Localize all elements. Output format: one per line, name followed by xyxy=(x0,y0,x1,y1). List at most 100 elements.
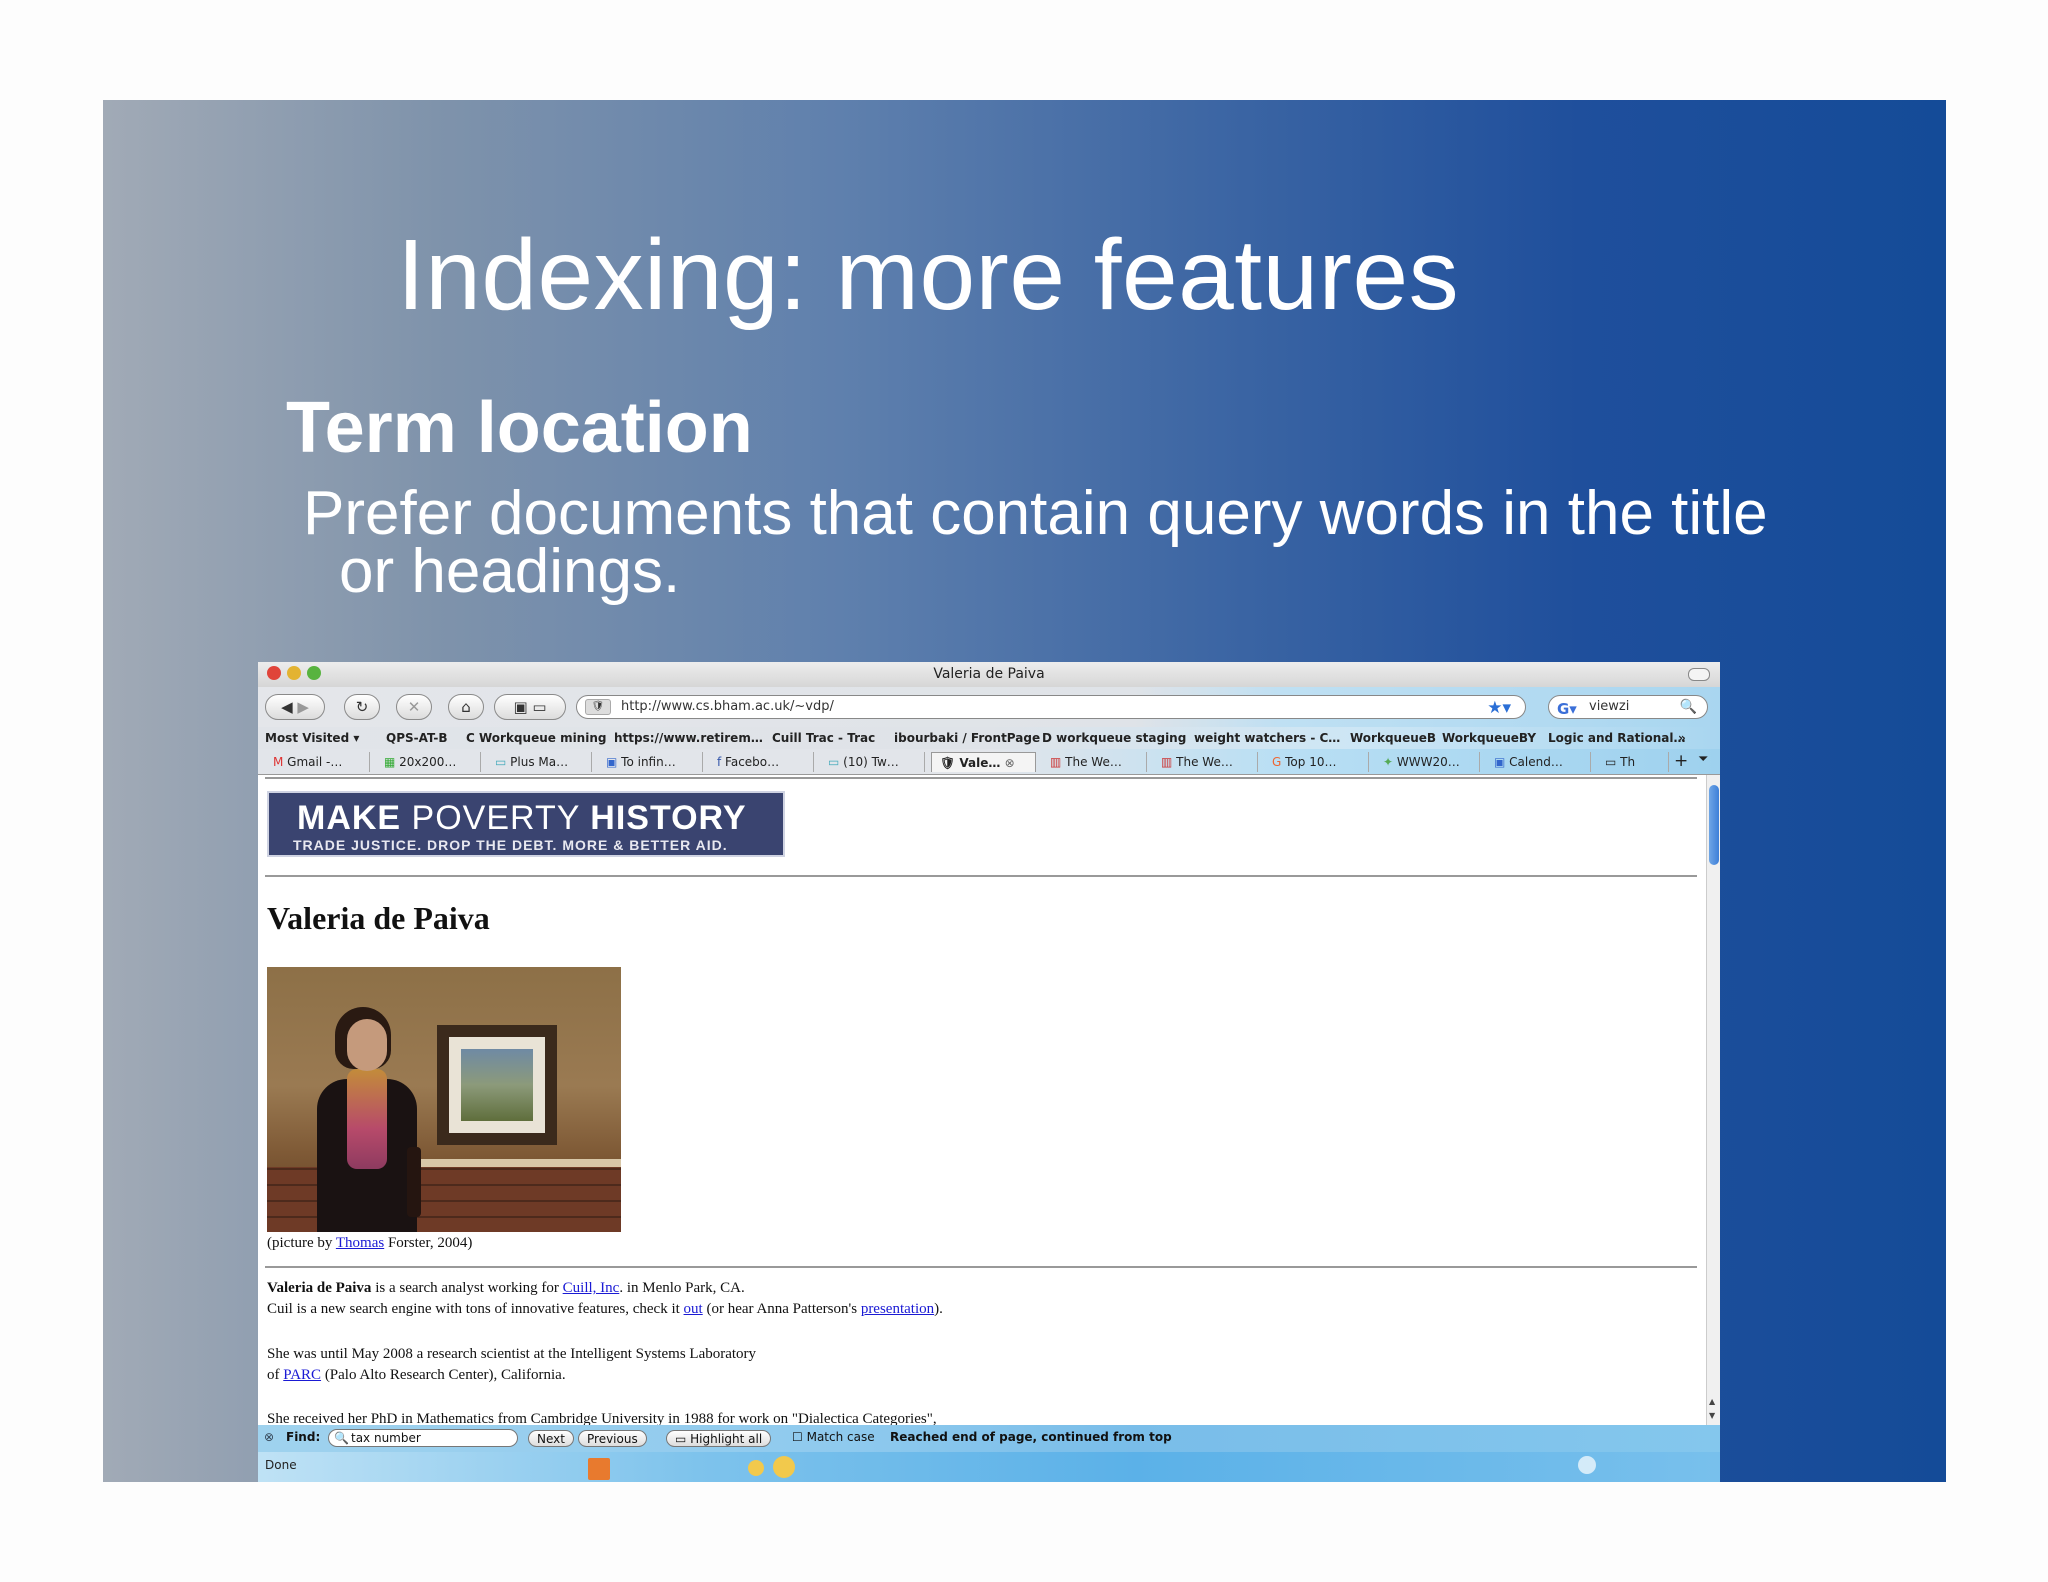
thomas-link[interactable]: Thomas xyxy=(336,1235,384,1251)
decoration xyxy=(748,1460,764,1476)
back-icon[interactable]: ◀ xyxy=(281,698,293,716)
reload-icon: ↻ xyxy=(355,698,369,716)
cuill-link[interactable]: Cuill, Inc xyxy=(563,1280,620,1296)
find-input[interactable]: 🔍 tax number xyxy=(328,1429,518,1447)
bookmarks-toolbar: Most Visited ▾ QPS-AT-B C Workqueue mini… xyxy=(258,727,1720,749)
find-bar: ⊗ Find: 🔍 tax number Next Previous ▭ High… xyxy=(258,1425,1720,1452)
web-page-content: MAKE POVERTY HISTORY TRADE JUSTICE. DROP… xyxy=(258,775,1704,1425)
parc-link[interactable]: PARC xyxy=(283,1367,321,1383)
bookmark-item[interactable]: Cuill Trac - Trac xyxy=(772,731,875,745)
scrollbar-thumb[interactable] xyxy=(1709,785,1719,865)
toolbar-toggle-button[interactable] xyxy=(1688,668,1710,681)
banner-word: POVERTY xyxy=(401,799,591,837)
url-bar[interactable]: 🛡 http://www.cs.bham.ac.uk/~vdp/ ★▾ xyxy=(576,695,1526,719)
bookmark-star-icon[interactable]: ★▾ xyxy=(1487,697,1511,719)
tab-active[interactable]: 🛡 Vale… ⊗ xyxy=(931,752,1036,772)
browser-window: Valeria de Paiva ◀ ▶ ↻ ✕ ⌂ ▣ ▭ 🛡 http://… xyxy=(258,662,1720,1482)
page-heading: Valeria de Paiva xyxy=(267,900,490,936)
paragraph: of PARC (Palo Alto Research Center), Cal… xyxy=(267,1367,566,1383)
tab[interactable]: ▣ To infin… xyxy=(598,752,703,772)
banner-tagline: TRADE JUSTICE. DROP THE DEBT. MORE & BET… xyxy=(293,837,728,853)
photo-caption: (picture by Thomas Forster, 2004) xyxy=(267,1235,473,1251)
tab[interactable]: M Gmail -… xyxy=(265,752,370,772)
paragraph: Cuil is a new search engine with tons of… xyxy=(267,1301,943,1317)
paragraph: She received her PhD in Mathematics from… xyxy=(267,1411,937,1425)
search-icon: 🔍 xyxy=(334,1431,349,1445)
scroll-down-icon[interactable]: ▼ xyxy=(1709,1411,1715,1420)
tab[interactable]: ▭ Plus Ma… xyxy=(487,752,592,772)
highlight-icon: ▭ xyxy=(675,1432,691,1446)
make-poverty-history-banner[interactable]: MAKE POVERTY HISTORY TRADE JUSTICE. DROP… xyxy=(267,791,785,857)
stop-button[interactable]: ✕ xyxy=(396,694,432,720)
rss-icon[interactable]: » xyxy=(1678,731,1686,745)
tab[interactable]: ✦ WWW20… xyxy=(1375,752,1480,772)
find-previous-button[interactable]: Previous xyxy=(578,1430,647,1447)
divider xyxy=(265,777,1697,779)
find-status-message: Reached end of page, continued from top xyxy=(890,1430,1172,1444)
tab[interactable]: ▣ Calend… xyxy=(1486,752,1591,772)
close-tab-icon[interactable]: ⊗ xyxy=(1005,756,1015,770)
search-engine-icon[interactable]: G▾ xyxy=(1557,698,1577,720)
paragraph: Valeria de Paiva is a search analyst wor… xyxy=(267,1280,745,1296)
bookmark-item[interactable]: D workqueue staging xyxy=(1042,731,1186,745)
highlight-all-button[interactable]: ▭ Highlight all xyxy=(666,1430,772,1447)
search-box[interactable]: G▾ viewzi 🔍 xyxy=(1548,695,1708,719)
bookmark-item[interactable]: Logic and Rational… xyxy=(1548,731,1685,745)
bookmark-item[interactable]: QPS-AT-B xyxy=(386,731,448,745)
window-title: Valeria de Paiva xyxy=(933,666,1045,682)
presentation-link[interactable]: presentation xyxy=(861,1301,934,1317)
bookmark-item[interactable]: Most Visited ▾ xyxy=(265,731,359,745)
slide-subtitle: Term location xyxy=(286,388,753,468)
bookmark-item[interactable]: C Workqueue mining xyxy=(466,731,606,745)
back-forward-buttons[interactable]: ◀ ▶ xyxy=(265,694,325,720)
tab[interactable]: G Top 10… xyxy=(1264,752,1369,772)
match-case-checkbox[interactable]: ☐ Match case xyxy=(792,1430,875,1444)
tab-list-icon[interactable]: ⏷ xyxy=(1698,752,1708,767)
new-tab-icon[interactable]: + xyxy=(1674,751,1688,771)
tab[interactable]: f Facebo… xyxy=(709,752,814,772)
banner-word: MAKE xyxy=(297,799,402,837)
site-identity-icon[interactable]: 🛡 xyxy=(585,699,611,715)
decoration xyxy=(773,1456,795,1478)
title-bar: Valeria de Paiva xyxy=(258,662,1720,687)
close-find-icon[interactable]: ⊗ xyxy=(264,1430,274,1444)
reload-button[interactable]: ↻ xyxy=(344,694,380,720)
sidebar-buttons[interactable]: ▣ ▭ xyxy=(494,694,566,720)
slide-title: Indexing: more features xyxy=(397,219,1460,331)
checkbox-icon: ☐ xyxy=(792,1430,803,1444)
forward-icon[interactable]: ▶ xyxy=(297,698,309,716)
tab[interactable]: ▥ The We… xyxy=(1153,752,1258,772)
stop-icon: ✕ xyxy=(407,698,421,716)
vertical-scrollbar[interactable]: ▲ ▼ xyxy=(1706,775,1720,1425)
home-icon: ⌂ xyxy=(461,698,471,716)
tab[interactable]: ▦ 20x200… xyxy=(376,752,481,772)
bookmark-item[interactable]: https://www.retirem… xyxy=(614,731,763,745)
slide-body: Prefer documents that contain query word… xyxy=(303,483,1903,603)
find-label: Find: xyxy=(286,1430,321,1444)
bookmark-item[interactable]: weight watchers - C… xyxy=(1194,731,1340,745)
out-link[interactable]: out xyxy=(684,1301,703,1317)
bookmark-item[interactable]: ibourbaki / FrontPage xyxy=(894,731,1040,745)
paragraph: She was until May 2008 a research scient… xyxy=(267,1346,757,1362)
bookmark-item[interactable]: WorkqueueB xyxy=(1350,731,1436,745)
decoration xyxy=(1578,1456,1596,1474)
divider xyxy=(265,1266,1697,1268)
status-bar: Done xyxy=(258,1452,1720,1482)
bookmarks-icon: ▣ ▭ xyxy=(513,698,547,716)
tab[interactable]: ▭ Th xyxy=(1597,752,1669,772)
search-icon[interactable]: 🔍 xyxy=(1680,696,1697,718)
bookmark-item[interactable]: WorkqueueBY xyxy=(1442,731,1536,745)
banner-word: HISTORY xyxy=(590,799,747,837)
scroll-up-icon[interactable]: ▲ xyxy=(1709,1397,1715,1406)
tab[interactable]: ▥ The We… xyxy=(1042,752,1147,772)
home-button[interactable]: ⌂ xyxy=(448,694,484,720)
portrait-photo xyxy=(267,967,621,1232)
tab[interactable]: ▭ (10) Tw… xyxy=(820,752,925,772)
url-text: http://www.cs.bham.ac.uk/~vdp/ xyxy=(621,699,834,714)
tab-bar: M Gmail -… ▦ 20x200… ▭ Plus Ma… ▣ To inf… xyxy=(258,749,1720,775)
navigation-toolbar: ◀ ▶ ↻ ✕ ⌂ ▣ ▭ 🛡 http://www.cs.bham.ac.uk… xyxy=(258,687,1720,727)
divider xyxy=(265,875,1697,877)
find-next-button[interactable]: Next xyxy=(528,1430,574,1447)
status-text: Done xyxy=(265,1458,297,1472)
decoration xyxy=(588,1458,610,1480)
